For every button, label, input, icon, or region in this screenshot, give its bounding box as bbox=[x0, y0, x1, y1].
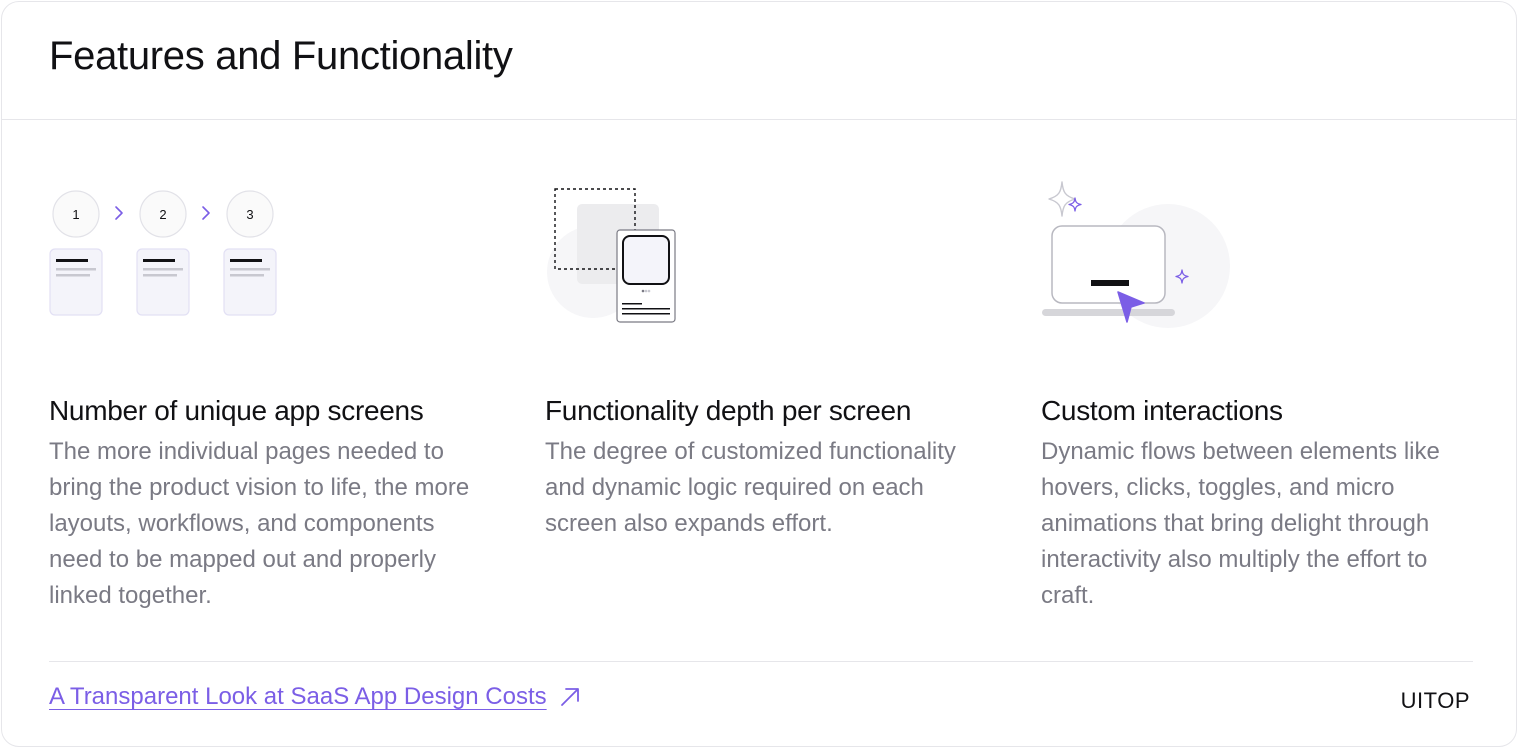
brand-name: UITOP bbox=[1400, 688, 1470, 713]
arrow-up-right-icon[interactable] bbox=[559, 686, 581, 708]
page-card-3 bbox=[223, 248, 277, 316]
feature-title: Number of unique app screens bbox=[49, 395, 424, 426]
screen-depth-illustration bbox=[547, 188, 676, 323]
step-circle-1: 1 bbox=[52, 190, 100, 238]
cursor-interaction-illustration bbox=[1042, 181, 1230, 328]
screens-flow-illustration: 1 2 3 bbox=[49, 190, 277, 316]
saas-design-costs-link[interactable]: A Transparent Look at SaaS App Design Co… bbox=[49, 683, 581, 711]
step-circle-3: 3 bbox=[226, 190, 274, 238]
feature-description: Dynamic flows between elements like hove… bbox=[1041, 438, 1440, 609]
step-circle-2: 2 bbox=[139, 190, 187, 238]
page-title: Features and Functionality bbox=[49, 34, 513, 78]
cursor-interaction-icon bbox=[1041, 172, 1481, 347]
features-card: Features and Functionality 1 2 3 Number … bbox=[1, 1, 1517, 747]
screens-flow-icon: 1 2 3 bbox=[49, 172, 489, 347]
chevron-right-icon bbox=[115, 206, 123, 220]
feature-custom-interactions: Custom interactions Dynamic flows betwee… bbox=[1041, 172, 1481, 614]
screen-depth-icon bbox=[545, 172, 985, 347]
page-card-2 bbox=[136, 248, 190, 316]
step-label-1: 1 bbox=[72, 207, 79, 222]
feature-title: Functionality depth per screen bbox=[545, 395, 912, 426]
sparkle-icon bbox=[1048, 181, 1076, 217]
step-label-2: 2 bbox=[159, 207, 166, 222]
link-text[interactable]: A Transparent Look at SaaS App Design Co… bbox=[49, 683, 547, 711]
feature-unique-screens: 1 2 3 Number of unique app screens The m… bbox=[49, 172, 489, 614]
footer-divider bbox=[49, 661, 1473, 662]
feature-description: The more individual pages needed to brin… bbox=[49, 438, 470, 609]
feature-title: Custom interactions bbox=[1041, 395, 1283, 426]
card-header: Features and Functionality bbox=[2, 2, 1516, 120]
step-label-3: 3 bbox=[246, 207, 253, 222]
feature-description: The degree of customized functionality a… bbox=[545, 438, 956, 537]
feature-functionality-depth: Functionality depth per screen The degre… bbox=[545, 172, 985, 542]
page-card-1 bbox=[49, 248, 103, 316]
chevron-right-icon bbox=[202, 206, 210, 220]
